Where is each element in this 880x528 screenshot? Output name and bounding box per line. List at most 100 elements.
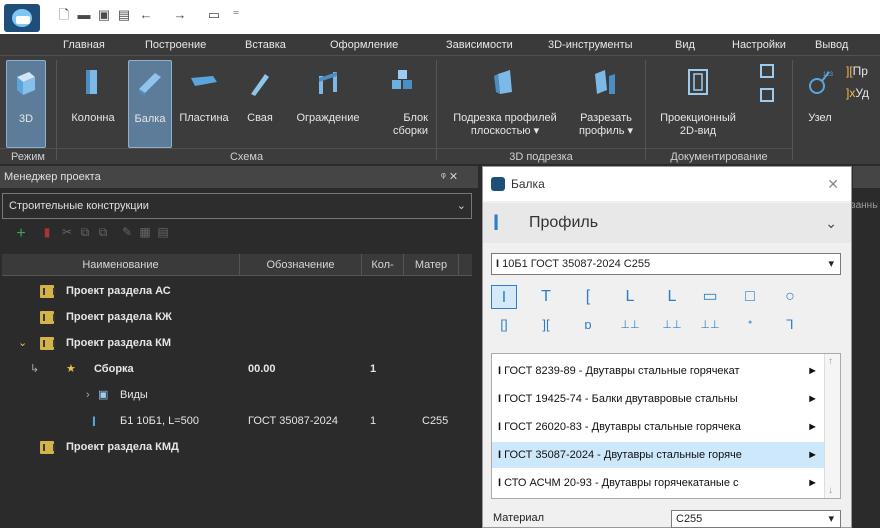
list-scrollbar[interactable]: ↑ ↓ — [824, 354, 840, 498]
shape-bent-angle[interactable]: ⅂ — [777, 313, 803, 337]
profile-section-header[interactable]: I Профиль ⌄ — [483, 203, 851, 243]
3d-mode-button[interactable]: 3D — [6, 60, 46, 148]
new-file-icon[interactable]: 🗋 — [56, 6, 72, 24]
material-value: С255 — [676, 513, 703, 525]
ribbon-extra-2[interactable]: ]xУд — [846, 86, 869, 100]
cut-icon[interactable]: ✂ — [60, 225, 74, 241]
column-name[interactable]: Наименование — [2, 254, 240, 276]
app-logo-icon[interactable] — [4, 4, 40, 32]
tree-row-views[interactable]: › ▣ Виды — [0, 382, 478, 408]
shape-tee[interactable]: T — [533, 285, 559, 309]
ribbon-group-3d-trim: 3D подрезка — [437, 148, 645, 164]
list-item[interactable]: I ГОСТ 26020-83 - Двутавры стальные горя… — [492, 414, 824, 440]
shape-unequal-angle[interactable]: L — [659, 285, 685, 309]
menu-dependencies[interactable]: Зависимости — [446, 34, 513, 56]
shape-bent-channel[interactable]: ɒ — [575, 313, 601, 337]
shape-double-angle-3[interactable]: ⊥⊥ — [697, 313, 723, 337]
shape-channel[interactable]: [ — [575, 285, 601, 309]
column-designation[interactable]: Обозначение — [240, 254, 362, 276]
plate-icon — [191, 76, 217, 86]
menu-insert[interactable]: Вставка — [245, 34, 286, 56]
paste-icon[interactable]: ⧉ — [96, 225, 110, 241]
undo-icon[interactable]: ← — [138, 6, 154, 24]
edit-icon[interactable]: ✎ — [120, 225, 134, 241]
shape-double-angle[interactable]: ⊥⊥ — [617, 313, 643, 337]
assembly-block-button[interactable]: Блок сборки — [372, 60, 432, 148]
shape-round-tube[interactable]: ○ — [777, 285, 803, 309]
column-material[interactable]: Матер — [404, 254, 459, 276]
beam-button[interactable]: Балка — [128, 60, 172, 148]
small-view-icon[interactable] — [760, 64, 774, 78]
tree-row-kzh[interactable]: Проект раздела КЖ — [0, 304, 478, 330]
add-icon[interactable]: + — [14, 225, 28, 242]
save-all-icon[interactable]: ▤ — [116, 6, 132, 24]
project-table-header: Наименование Обозначение Кол- Матер — [2, 254, 472, 276]
menu-3d-tools[interactable]: 3D-инструменты — [548, 34, 633, 56]
save-icon[interactable]: ▣ — [96, 6, 112, 24]
menu-view[interactable]: Вид — [675, 34, 695, 56]
fence-button[interactable]: Ограждение — [286, 60, 370, 148]
list-item[interactable]: I ГОСТ 8239-89 - Двутавры стальные горяч… — [492, 358, 824, 384]
shape-back-channels[interactable]: ][ — [533, 313, 559, 337]
pile-button[interactable]: Свая — [240, 60, 280, 148]
material-label: Материал — [493, 512, 544, 524]
menu-settings[interactable]: Настройки — [732, 34, 786, 56]
material-combo[interactable]: С255 ▾ — [671, 510, 841, 528]
print-icon[interactable]: ▭ — [206, 6, 222, 24]
menu-main[interactable]: Главная — [63, 34, 105, 56]
ribbon-button-label: Разрезать профиль ▾ — [578, 112, 634, 137]
redo-icon[interactable]: → — [172, 6, 188, 24]
small-section-icon[interactable] — [760, 88, 774, 102]
column-quantity[interactable]: Кол- — [362, 254, 404, 276]
tree-row-as[interactable]: Проект раздела АС — [0, 278, 478, 304]
node-button[interactable]: 123 Узел — [800, 60, 840, 148]
chevron-down-icon[interactable]: ⌄ — [18, 330, 27, 356]
list-item-label: ГОСТ 35087-2024 - Двутавры стальные горя… — [504, 449, 742, 461]
bracket-delete-icon: ]x — [846, 86, 856, 100]
tree-row-assembly[interactable]: ↳ ★ Сборка 00.00 1 — [0, 356, 478, 382]
close-icon[interactable]: ✕ — [827, 167, 839, 201]
tree-row-kmd[interactable]: Проект раздела КМД — [0, 434, 478, 460]
menu-output[interactable]: Вывод — [815, 34, 848, 56]
shape-double-channel[interactable]: [] — [491, 313, 517, 337]
tree-row-beam[interactable]: I Б1 10Б1, L=500 ГОСТ 35087-2024 1 С255 — [0, 408, 478, 434]
ribbon-button-label: 3D — [18, 113, 34, 125]
star-icon: ★ — [66, 363, 76, 375]
list-item-selected[interactable]: I ГОСТ 35087-2024 - Двутавры стальные го… — [492, 442, 824, 468]
panel-controls[interactable]: ᵠ ✕ — [441, 166, 477, 188]
shape-i-beam[interactable]: I — [491, 285, 517, 309]
shape-square-tube[interactable]: □ — [737, 285, 763, 309]
assembly-block-icon — [392, 70, 412, 89]
shape-double-angle-2[interactable]: ⊥⊥ — [659, 313, 685, 337]
list-item[interactable]: I ГОСТ 19425-74 - Балки двутавровые стал… — [492, 386, 824, 412]
table-icon[interactable]: ▦ — [138, 225, 152, 241]
shape-cross-angle[interactable]: ᐩ — [737, 313, 763, 337]
chevron-right-icon[interactable]: › — [86, 382, 90, 408]
profile-combo[interactable]: I 10Б1 ГОСТ 35087-2024 С255 ▾ — [491, 253, 841, 275]
shape-rect-tube[interactable]: ▭ — [697, 285, 723, 309]
layout-icon[interactable]: ▤ — [156, 225, 170, 241]
copy-icon[interactable]: ⧉ — [78, 225, 92, 241]
cut-profile-button[interactable]: Разрезать профиль ▾ — [572, 60, 640, 148]
tree-row-km[interactable]: ⌄ Проект раздела КМ — [0, 330, 478, 356]
dropdown-arrow-icon: ▾ — [828, 258, 834, 270]
column-button[interactable]: Колонна — [62, 60, 124, 148]
arrow-right-icon: ► — [807, 393, 818, 405]
menu-format[interactable]: Оформление — [330, 34, 398, 56]
ribbon-group-scheme: Схема — [57, 148, 436, 164]
list-item[interactable]: I СТО АСЧМ 20-93 - Двутавры горячекатаны… — [492, 470, 824, 496]
delete-icon[interactable]: ▮ — [40, 225, 54, 241]
shape-angle[interactable]: L — [617, 285, 643, 309]
plate-button[interactable]: Пластина — [176, 60, 232, 148]
open-folder-icon[interactable]: ▬ — [76, 6, 92, 24]
ribbon-extra-1[interactable]: ][Пр — [846, 64, 868, 78]
scroll-down-icon[interactable]: ↓ — [828, 485, 833, 496]
menu-build[interactable]: Построение — [145, 34, 206, 56]
projection-view-button[interactable]: Проекционный 2D-вид — [648, 60, 748, 148]
chevron-down-icon[interactable]: ⌄ — [825, 203, 837, 243]
customize-icon[interactable]: ⁼ — [228, 6, 244, 24]
project-manager-header: Менеджер проекта — [0, 166, 478, 188]
trim-profile-button[interactable]: Подрезка профилей плоскостью ▾ — [440, 60, 570, 148]
project-type-combo[interactable]: Строительные конструкции ⌄ — [2, 193, 472, 219]
scroll-up-icon[interactable]: ↑ — [828, 356, 833, 367]
